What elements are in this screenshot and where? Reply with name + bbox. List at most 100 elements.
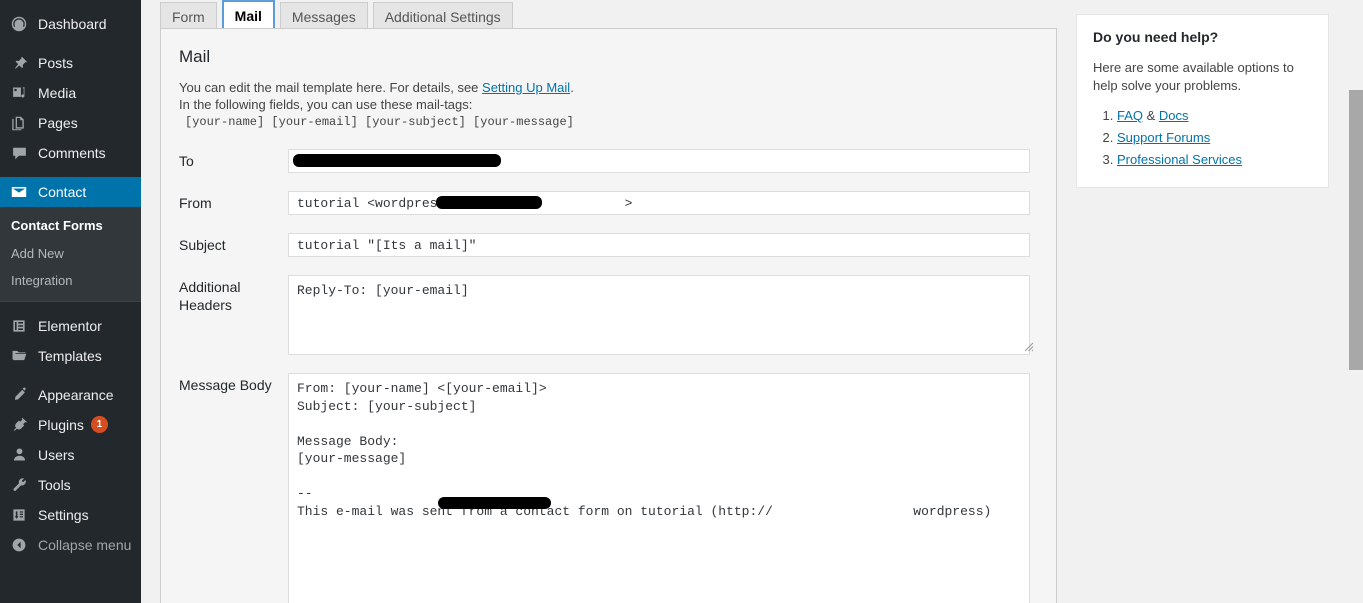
sidebar-item-label: Appearance — [38, 386, 114, 403]
sidebar-item-appearance[interactable]: Appearance — [0, 380, 141, 410]
additional-headers-label: Additional Headers — [179, 279, 241, 313]
redaction-bar-to — [293, 154, 501, 167]
help-title: Do you need help? — [1093, 29, 1219, 45]
mail-settings-panel: Mail You can edit the mail template here… — [160, 28, 1057, 603]
mail-tags-list: [your-name] [your-email] [your-subject] … — [185, 115, 574, 129]
main-content: Form Mail Messages Additional Settings M… — [141, 0, 1363, 603]
field-row-to: To — [179, 149, 1036, 173]
to-control — [288, 149, 1036, 173]
admin-screen: Dashboard Posts Media Pages Comments Con… — [0, 0, 1363, 603]
message-body-control — [288, 373, 1036, 603]
sidebar-item-settings[interactable]: Settings — [0, 500, 141, 530]
sidebar-item-label: Users — [38, 446, 75, 463]
dashboard-icon — [9, 14, 29, 34]
submenu-item-contact-forms[interactable]: Contact Forms — [0, 212, 141, 240]
admin-sidebar: Dashboard Posts Media Pages Comments Con… — [0, 0, 141, 603]
sidebar-item-plugins[interactable]: Plugins 1 — [0, 410, 141, 440]
sidebar-item-media[interactable]: Media — [0, 78, 141, 108]
sidebar-item-contact[interactable]: Contact — [0, 177, 141, 207]
subject-label: Subject — [179, 237, 226, 253]
sidebar-item-dashboard[interactable]: Dashboard — [0, 9, 141, 39]
sidebar-item-pages[interactable]: Pages — [0, 108, 141, 138]
tab-additional-settings[interactable]: Additional Settings — [372, 2, 513, 30]
tab-form[interactable]: Form — [160, 2, 217, 30]
intro-line-2: In the following fields, you can use the… — [179, 97, 473, 112]
sidebar-item-label: Media — [38, 85, 77, 101]
sidebar-item-templates[interactable]: Templates — [0, 341, 141, 371]
field-row-from: From — [179, 191, 1036, 215]
sidebar-item-label: Contact — [38, 184, 87, 200]
brush-icon — [9, 385, 29, 405]
redaction-bar-message-body — [438, 497, 551, 509]
contact-form-tabs: Form Mail Messages Additional Settings — [160, 0, 518, 30]
message-body-label: Message Body — [179, 377, 272, 393]
faq-docs-separator: & — [1143, 108, 1159, 123]
envelope-icon — [9, 182, 29, 202]
from-label: From — [179, 195, 212, 211]
elementor-icon — [9, 316, 29, 336]
subject-input[interactable] — [288, 233, 1030, 257]
sidebar-item-label: Pages — [38, 115, 78, 131]
wrench-icon — [9, 475, 29, 495]
pin-icon — [9, 53, 29, 73]
page-scrollbar-track[interactable] — [1348, 0, 1363, 603]
page-scrollbar-thumb[interactable] — [1349, 90, 1363, 370]
help-list-item-2: Support Forums — [1117, 127, 1312, 149]
additional-headers-control — [288, 275, 1036, 355]
help-list-item-1: FAQ & Docs — [1117, 105, 1312, 127]
contact-submenu: Contact Forms Add New Integration — [0, 207, 141, 301]
intro-text-before: You can edit the mail template here. For… — [179, 80, 483, 95]
sidebar-item-comments[interactable]: Comments — [0, 138, 141, 168]
faq-link[interactable]: FAQ — [1117, 108, 1143, 123]
submenu-item-integration[interactable]: Integration — [0, 267, 141, 295]
sidebar-item-label: Settings — [38, 506, 89, 523]
sidebar-item-label: Tools — [38, 476, 71, 493]
setting-up-mail-link[interactable]: Setting Up Mail — [482, 80, 570, 95]
tab-messages[interactable]: Messages — [279, 2, 368, 30]
sidebar-item-users[interactable]: Users — [0, 440, 141, 470]
sidebar-item-label: Elementor — [38, 317, 102, 334]
sidebar-item-label: Templates — [38, 347, 102, 364]
to-label: To — [179, 153, 194, 169]
docs-link[interactable]: Docs — [1159, 108, 1189, 123]
additional-headers-textarea[interactable] — [288, 275, 1030, 355]
sidebar-item-elementor[interactable]: Elementor — [0, 311, 141, 341]
media-icon — [9, 83, 29, 103]
sidebar-item-posts[interactable]: Posts — [0, 48, 141, 78]
field-row-additional-headers: Additional Headers — [179, 275, 1036, 355]
help-description: Here are some available options to help … — [1093, 60, 1294, 93]
sidebar-item-label: Comments — [38, 145, 106, 161]
help-list-item-3: Professional Services — [1117, 149, 1312, 171]
sidebar-item-label: Collapse menu — [38, 536, 132, 553]
professional-services-link[interactable]: Professional Services — [1117, 152, 1242, 167]
field-row-subject: Subject — [179, 233, 1036, 257]
settings-icon — [9, 505, 29, 525]
panel-intro: You can edit the mail template here. For… — [179, 79, 1036, 131]
submenu-item-add-new[interactable]: Add New — [0, 240, 141, 268]
help-link-list: FAQ & Docs Support Forums Professional S… — [1093, 105, 1312, 171]
pages-icon — [9, 113, 29, 133]
field-row-message-body: Message Body — [179, 373, 1036, 603]
collapse-icon — [9, 535, 29, 555]
message-body-textarea[interactable] — [288, 373, 1030, 603]
tab-mail[interactable]: Mail — [221, 0, 275, 30]
plug-icon — [9, 415, 29, 435]
page-title: Mail — [179, 47, 211, 66]
user-icon — [9, 445, 29, 465]
from-input[interactable] — [288, 191, 1030, 215]
sidebar-item-collapse-menu[interactable]: Collapse menu — [0, 530, 141, 560]
sidebar-item-label: Plugins — [38, 416, 84, 433]
plugins-update-badge: 1 — [90, 416, 108, 434]
sidebar-top-spacer — [0, 0, 141, 9]
folder-icon — [9, 346, 29, 366]
subject-control — [288, 233, 1036, 257]
redaction-bar-from — [436, 196, 542, 209]
from-control — [288, 191, 1036, 215]
help-box: Do you need help? Here are some availabl… — [1076, 14, 1329, 188]
sidebar-item-tools[interactable]: Tools — [0, 470, 141, 500]
support-forums-link[interactable]: Support Forums — [1117, 130, 1210, 145]
intro-text-after: . — [570, 80, 574, 95]
